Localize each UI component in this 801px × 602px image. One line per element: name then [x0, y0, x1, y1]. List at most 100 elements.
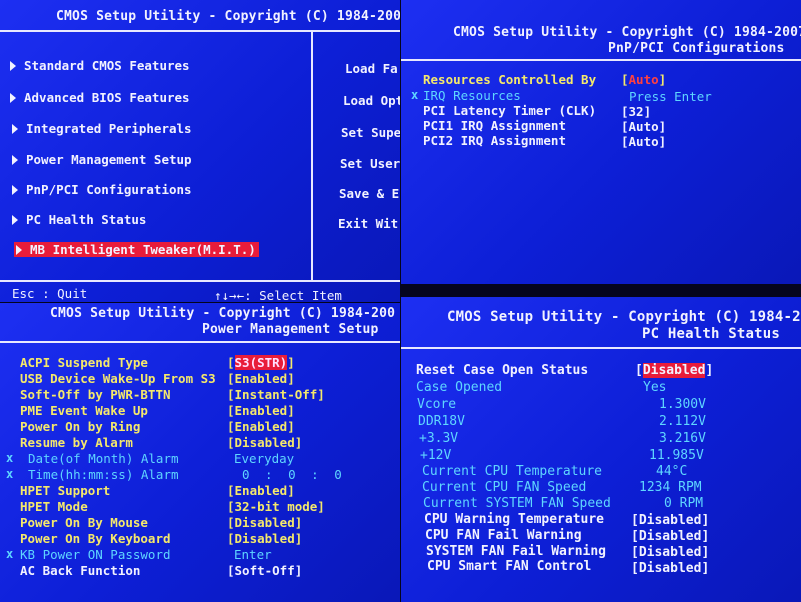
power-label-hpet-mode: HPET Mode — [20, 499, 88, 514]
power-subtitle: Power Management Setup — [202, 322, 379, 337]
pnp-value-pci1-irq[interactable]: [Auto] — [621, 119, 666, 134]
power-disabled-marker: x — [6, 467, 14, 481]
power-label-power-on-ring: Power On by Ring — [20, 419, 141, 434]
power-value-kb-password[interactable]: Enter — [234, 547, 272, 562]
health-value-12v: 11.985V — [649, 448, 704, 463]
power-disabled-marker: x — [6, 451, 14, 465]
footer-select-hint: ↑↓→←: Select Item — [214, 288, 342, 302]
power-disabled-marker: x — [6, 547, 14, 561]
power-value-power-on-mouse[interactable]: [Disabled] — [227, 515, 302, 530]
health-header-divider — [401, 347, 801, 349]
health-label-cpu-fan: Current CPU FAN Speed — [422, 480, 587, 495]
health-value-system-fan-fail[interactable]: [Disabled] — [631, 545, 709, 560]
power-value-soft-off[interactable]: [Instant-Off] — [227, 387, 325, 402]
power-label-time-alarm: Time(hh:mm:ss) Alarm — [28, 467, 179, 482]
health-value-cpu-smart-fan[interactable]: [Disabled] — [631, 561, 709, 576]
pnp-label-pci1-irq: PCI1 IRQ Assignment — [423, 118, 566, 133]
menu-item-set-supervisor[interactable]: Set Supe — [341, 125, 400, 140]
pnp-submenu-marker: x — [411, 88, 419, 102]
health-label-cpu-warning-temp: CPU Warning Temperature — [424, 512, 605, 527]
menu-item-power-management[interactable]: Power Management Setup — [12, 152, 192, 167]
pnp-label-irq-resources: IRQ Resources — [423, 88, 521, 103]
power-value-usb-wakeup[interactable]: [Enabled] — [227, 371, 295, 386]
health-subtitle: PC Health Status — [642, 326, 781, 342]
menu-item-advanced-bios[interactable]: Advanced BIOS Features — [10, 90, 190, 105]
menu-item-integrated-peripherals[interactable]: Integrated Peripherals — [12, 121, 192, 136]
power-title: CMOS Setup Utility - Copyright (C) 1984-… — [50, 306, 396, 321]
health-label-reset-case: Reset Case Open Status — [416, 363, 589, 378]
power-value-hpet-support[interactable]: [Enabled] — [227, 483, 295, 498]
health-value-cpu-temp: 44°C — [656, 464, 688, 479]
footer-quit-hint: Esc : Quit — [12, 286, 88, 301]
power-value-pme-wake[interactable]: [Enabled] — [227, 403, 295, 418]
pnp-value-pci2-irq[interactable]: [Auto] — [621, 134, 666, 149]
power-value-power-on-ring[interactable]: [Enabled] — [227, 419, 295, 434]
arrow-right-icon — [10, 93, 16, 103]
pnp-label-pci2-irq: PCI2 IRQ Assignment — [423, 133, 566, 148]
main-title: CMOS Setup Utility - Copyright (C) 1984-… — [56, 9, 400, 24]
power-label-hpet-support: HPET Support — [20, 483, 111, 498]
health-label-cpu-temp: Current CPU Temperature — [422, 464, 603, 479]
power-header-divider — [0, 341, 400, 343]
health-value-ddr18v: 2.112V — [659, 414, 706, 429]
main-column-divider — [311, 30, 313, 280]
health-value-3v3: 3.216V — [659, 431, 706, 446]
menu-item-load-optimized[interactable]: Load Opt — [343, 93, 400, 108]
power-value-time-alarm[interactable]: 0 : 0 : 0 — [242, 467, 342, 482]
arrow-right-icon — [12, 185, 18, 195]
health-value-cpu-fan: 1234 RPM — [639, 480, 702, 495]
health-label-ddr18v: DDR18V — [418, 414, 465, 429]
pnp-pci-panel: CMOS Setup Utility - Copyright (C) 1984-… — [401, 0, 801, 284]
health-label-system-fan: Current SYSTEM FAN Speed — [423, 496, 611, 511]
power-value-acpi-suspend[interactable]: [S3(STR)] — [227, 355, 295, 370]
pnp-value-irq-resources[interactable]: Press Enter — [629, 89, 712, 104]
health-value-vcore: 1.300V — [659, 397, 706, 412]
arrow-right-icon — [12, 155, 18, 165]
health-value-cpu-fan-fail[interactable]: [Disabled] — [631, 529, 709, 544]
menu-item-set-user[interactable]: Set User — [340, 156, 400, 171]
power-label-date-alarm: Date(of Month) Alarm — [28, 451, 179, 466]
menu-item-pnp-pci[interactable]: PnP/PCI Configurations — [12, 182, 192, 197]
power-value-hpet-mode[interactable]: [32-bit mode] — [227, 499, 325, 514]
power-management-panel: CMOS Setup Utility - Copyright (C) 1984-… — [0, 303, 400, 602]
health-value-system-fan: 0 RPM — [664, 496, 704, 511]
menu-item-pc-health[interactable]: PC Health Status — [12, 212, 146, 227]
menu-item-standard-cmos[interactable]: Standard CMOS Features — [10, 58, 190, 73]
arrow-right-icon — [10, 61, 16, 71]
main-top-divider — [0, 30, 400, 32]
power-label-kb-password: KB Power ON Password — [20, 547, 171, 562]
menu-item-exit-without[interactable]: Exit Wit — [338, 216, 398, 231]
pnp-value-resources-controlled[interactable]: [Auto] — [621, 72, 666, 87]
main-menu-panel: CMOS Setup Utility - Copyright (C) 1984-… — [0, 0, 400, 302]
power-value-resume-alarm[interactable]: [Disabled] — [227, 435, 302, 450]
power-label-power-on-keyboard: Power On By Keyboard — [20, 531, 171, 546]
health-value-cpu-warning-temp[interactable]: [Disabled] — [631, 513, 709, 528]
power-value-date-alarm[interactable]: Everyday — [234, 451, 294, 466]
menu-item-load-fail-safe[interactable]: Load Fa — [345, 61, 398, 76]
health-value-case-opened: Yes — [643, 380, 667, 395]
pnp-title: CMOS Setup Utility - Copyright (C) 1984-… — [453, 25, 801, 40]
power-label-usb-wakeup: USB Device Wake-Up From S3 — [20, 371, 216, 386]
health-label-12v: +12V — [420, 448, 452, 463]
pnp-value-pci-latency[interactable]: [32] — [621, 104, 651, 119]
power-label-resume-alarm: Resume by Alarm — [20, 435, 133, 450]
power-label-pme-wake: PME Event Wake Up — [20, 403, 148, 418]
pnp-label-pci-latency: PCI Latency Timer (CLK) — [423, 103, 597, 118]
menu-item-mit-selected[interactable]: MB Intelligent Tweaker(M.I.T.) — [14, 242, 259, 257]
power-value-power-on-keyboard[interactable]: [Disabled] — [227, 531, 302, 546]
pc-health-panel: CMOS Setup Utility - Copyright (C) 1984-… — [401, 297, 801, 602]
health-label-cpu-smart-fan: CPU Smart FAN Control — [427, 559, 592, 574]
arrow-right-icon — [16, 245, 22, 255]
power-label-soft-off: Soft-Off by PWR-BTTN — [20, 387, 171, 402]
power-value-ac-back[interactable]: [Soft-Off] — [227, 563, 302, 578]
power-label-power-on-mouse: Power On By Mouse — [20, 515, 148, 530]
pnp-subtitle: PnP/PCI Configurations — [608, 41, 785, 56]
health-label-vcore: Vcore — [417, 397, 457, 412]
health-label-case-opened: Case Opened — [416, 380, 503, 395]
health-value-reset-case[interactable]: [Disabled] — [635, 363, 713, 378]
health-label-cpu-fan-fail: CPU FAN Fail Warning — [425, 528, 582, 543]
power-label-ac-back: AC Back Function — [20, 563, 141, 578]
menu-item-save-exit[interactable]: Save & E — [339, 186, 399, 201]
arrow-right-icon — [12, 124, 18, 134]
power-label-acpi-suspend: ACPI Suspend Type — [20, 355, 148, 370]
